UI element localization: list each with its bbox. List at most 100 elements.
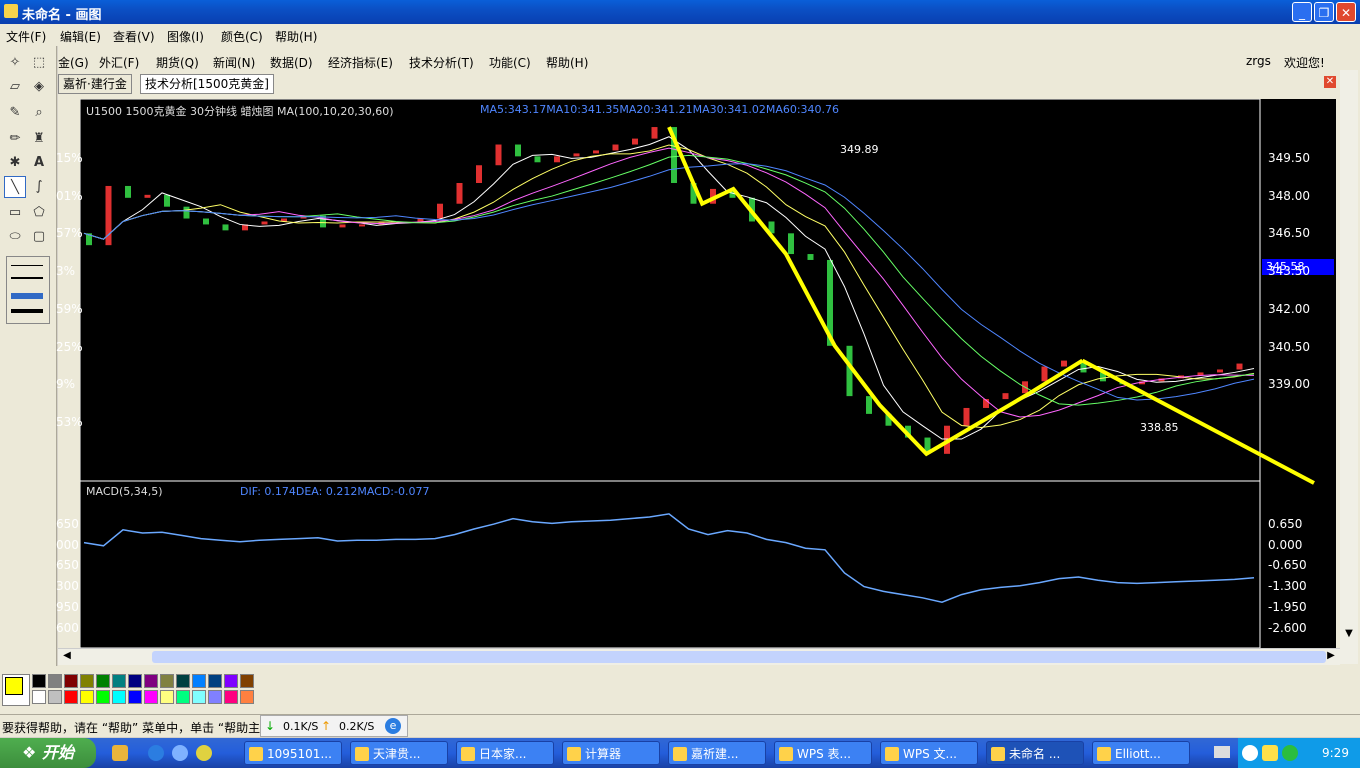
app-menu-tech[interactable]: 技术分析(T) <box>409 54 474 71</box>
keyboard-icon[interactable] <box>1214 746 1230 758</box>
menu-help[interactable]: 帮助(H) <box>275 28 317 45</box>
color-swatch[interactable] <box>128 674 142 688</box>
color-swatch[interactable] <box>208 674 222 688</box>
ie-icon[interactable]: e <box>385 718 401 734</box>
app-menu-news[interactable]: 新闻(N) <box>213 54 255 71</box>
tray-icon-3[interactable] <box>1282 745 1298 761</box>
scroll-down-icon[interactable]: ▼ <box>1342 628 1356 642</box>
vertical-scrollbar[interactable]: ▼ <box>1340 70 1358 664</box>
color-swatch[interactable] <box>224 674 238 688</box>
color-swatch[interactable] <box>192 690 206 704</box>
task-8[interactable]: 未命名 ... <box>986 741 1084 765</box>
app-menu-data[interactable]: 数据(D) <box>270 54 313 71</box>
color-swatch[interactable] <box>64 674 78 688</box>
color-swatch[interactable] <box>48 690 62 704</box>
color-swatch[interactable] <box>96 674 110 688</box>
brush-icon[interactable]: ♜ <box>28 128 50 150</box>
task-6[interactable]: WPS 表... <box>774 741 872 765</box>
task-3[interactable]: 日本家... <box>456 741 554 765</box>
color-swatch[interactable] <box>112 690 126 704</box>
start-label: 开始 <box>41 743 74 762</box>
color-swatch[interactable] <box>64 690 78 704</box>
color-swatch[interactable] <box>32 674 46 688</box>
restore-button[interactable]: ❐ <box>1314 2 1334 22</box>
candle <box>144 194 151 198</box>
color-swatch[interactable] <box>240 690 254 704</box>
quicklaunch-browser-icon[interactable] <box>172 745 188 761</box>
color-swatch[interactable] <box>32 690 46 704</box>
candle <box>359 224 365 227</box>
scroll-thumb[interactable] <box>152 651 1326 663</box>
rect-select-icon[interactable]: ⬚ <box>28 52 50 74</box>
tray-icon-2[interactable] <box>1262 745 1278 761</box>
task-9[interactable]: Elliott... <box>1092 741 1190 765</box>
menu-image[interactable]: 图像(I) <box>167 28 204 45</box>
stock-chart: U1500 1500克黄金 30分钟线 蜡烛图 MA(100,10,20,30,… <box>56 98 1336 649</box>
app-menu-forex[interactable]: 外汇(F) <box>99 54 139 71</box>
task-5[interactable]: 嘉祈建... <box>668 741 766 765</box>
app-menu-gold[interactable]: 金(G) <box>58 54 89 71</box>
color-swatch[interactable] <box>160 690 174 704</box>
quicklaunch-ie-icon[interactable] <box>148 745 164 761</box>
app-menu-func[interactable]: 功能(C) <box>489 54 531 71</box>
color-swatch[interactable] <box>208 690 222 704</box>
polygon-icon[interactable]: ⬠ <box>28 202 50 224</box>
color-swatch[interactable] <box>176 690 190 704</box>
color-swatch[interactable] <box>128 690 142 704</box>
app-menu-futures[interactable]: 期货(Q) <box>156 54 199 71</box>
tray-icon-1[interactable] <box>1242 745 1258 761</box>
scroll-right-icon[interactable]: ▶ <box>1324 650 1338 664</box>
menu-edit[interactable]: 编辑(E) <box>60 28 101 45</box>
color-swatch[interactable] <box>80 674 94 688</box>
menu-view[interactable]: 查看(V) <box>113 28 155 45</box>
app-menu-econ[interactable]: 经济指标(E) <box>328 54 393 71</box>
tab-jianhang[interactable]: 嘉祈·建行金 <box>58 74 132 94</box>
minimize-button[interactable]: _ <box>1292 2 1312 22</box>
horizontal-scrollbar[interactable]: ◀ ▶ <box>58 648 1340 665</box>
color-swatch[interactable] <box>176 674 190 688</box>
app-menu-help[interactable]: 帮助(H) <box>546 54 588 71</box>
tab-tech-analysis[interactable]: 技术分析[1500克黄金] <box>140 74 274 94</box>
task-1[interactable]: 1095101... <box>244 741 342 765</box>
candle <box>164 194 170 207</box>
candle <box>554 156 560 163</box>
text-icon[interactable]: A <box>28 152 50 174</box>
color-swatch[interactable] <box>48 674 62 688</box>
close-button[interactable]: ✕ <box>1336 2 1356 22</box>
picker-icon[interactable]: ✎ <box>4 102 26 124</box>
line-width-options[interactable] <box>6 256 50 324</box>
airbrush-icon[interactable]: ✱ <box>4 152 26 174</box>
tab-close-icon[interactable]: ✕ <box>1324 76 1336 88</box>
right-axis-tick: 346.50 <box>1268 226 1310 241</box>
menu-file[interactable]: 文件(F) <box>6 28 46 45</box>
pencil-icon[interactable]: ✏ <box>4 128 26 150</box>
rectangle-icon[interactable]: ▭ <box>4 202 26 224</box>
start-button[interactable]: ❖ 开始 <box>0 738 96 768</box>
quicklaunch-icon[interactable] <box>112 745 128 761</box>
quicklaunch-plus-icon[interactable] <box>196 745 212 761</box>
task-4[interactable]: 计算器 <box>562 741 660 765</box>
task-2[interactable]: 天津贵... <box>350 741 448 765</box>
menu-colors[interactable]: 颜色(C) <box>221 28 263 45</box>
eraser-icon[interactable]: ▱ <box>4 76 26 98</box>
ellipse-icon[interactable]: ⬭ <box>4 226 26 248</box>
task-7[interactable]: WPS 文... <box>880 741 978 765</box>
color-swatch[interactable] <box>112 674 126 688</box>
color-swatch[interactable] <box>240 674 254 688</box>
down-speed: 0.1K/S <box>283 720 319 733</box>
color-swatch[interactable] <box>80 690 94 704</box>
color-swatch[interactable] <box>96 690 110 704</box>
free-select-icon[interactable]: ✧ <box>4 52 26 74</box>
rounded-rect-icon[interactable]: ▢ <box>28 226 50 248</box>
magnifier-icon[interactable]: ⌕ <box>28 102 50 124</box>
color-swatch[interactable] <box>224 690 238 704</box>
line-icon[interactable]: ╲ <box>4 176 26 198</box>
color-swatch[interactable] <box>144 690 158 704</box>
fill-icon[interactable]: ◈ <box>28 76 50 98</box>
scroll-left-icon[interactable]: ◀ <box>60 650 74 664</box>
color-swatch[interactable] <box>144 674 158 688</box>
macd-left-axis-tick: 650 <box>56 517 79 531</box>
color-swatch[interactable] <box>192 674 206 688</box>
color-swatch[interactable] <box>160 674 174 688</box>
curve-icon[interactable]: ∫ <box>28 176 50 198</box>
